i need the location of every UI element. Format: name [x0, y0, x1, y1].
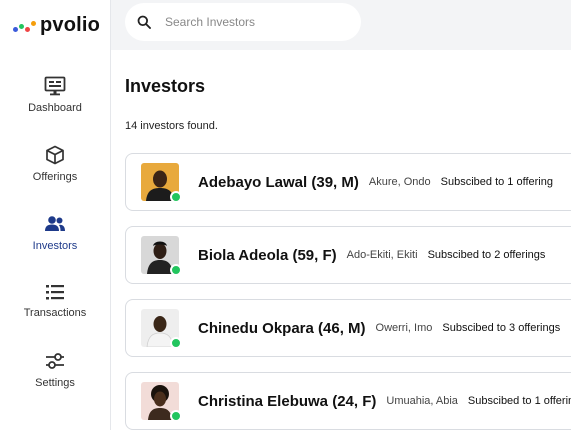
brand-logo[interactable]: pvolio — [13, 14, 100, 37]
online-status-dot — [170, 337, 182, 349]
sidebar-item-label: Settings — [35, 377, 75, 389]
search-box[interactable] — [125, 3, 361, 41]
investor-card[interactable]: Chinedu Okpara (46, M) Owerri, Imo Subsc… — [125, 299, 571, 357]
sidebar-item-label: Offerings — [32, 171, 78, 183]
investor-name: Biola Adeola (59, F) — [198, 246, 337, 264]
investor-location: Umuahia, Abia — [386, 395, 458, 407]
investor-card[interactable]: Biola Adeola (59, F) Ado-Ekiti, Ekiti Su… — [125, 226, 571, 284]
sidebar-item-dashboard[interactable]: Dashboard — [0, 76, 110, 114]
sidebar-item-label: Transactions — [23, 307, 87, 319]
main-content: Investors 14 investors found. Adebayo La… — [111, 50, 571, 430]
list-icon — [46, 285, 64, 300]
sidebar-item-label: Dashboard — [28, 102, 82, 114]
sidebar-item-offerings[interactable]: Offerings — [0, 145, 110, 183]
sliders-icon — [46, 353, 64, 369]
investor-subscriptions: Subscibed to 1 offering — [467, 395, 571, 407]
top-bar — [111, 0, 571, 50]
users-icon — [45, 216, 65, 231]
avatar — [141, 163, 182, 203]
box-icon — [46, 145, 64, 165]
online-status-dot — [170, 264, 182, 276]
investor-location: Owerri, Imo — [375, 322, 433, 334]
investor-location: Ado-Ekiti, Ekiti — [346, 249, 418, 261]
investor-location: Akure, Ondo — [368, 176, 431, 188]
investor-name: Adebayo Lawal (39, M) — [198, 173, 359, 191]
search-input[interactable] — [165, 15, 335, 29]
logo-dots-icon — [13, 17, 37, 35]
investor-subscriptions: Subscibed to 3 offerings — [442, 322, 561, 334]
avatar — [141, 382, 182, 422]
investor-name: Christina Elebuwa (24, F) — [198, 392, 377, 410]
online-status-dot — [170, 410, 182, 422]
sidebar-item-transactions[interactable]: Transactions — [0, 283, 110, 319]
investor-subscriptions: Subscibed to 2 offerings — [427, 249, 546, 261]
online-status-dot — [170, 191, 182, 203]
investor-card[interactable]: Christina Elebuwa (24, F) Umuahia, Abia … — [125, 372, 571, 430]
investor-card[interactable]: Adebayo Lawal (39, M) Akure, Ondo Subsci… — [125, 153, 571, 211]
sidebar: pvolio Dashboard Offerings Investors Tra… — [0, 0, 111, 430]
monitor-icon — [44, 76, 66, 96]
results-count: 14 investors found. — [125, 120, 218, 132]
investor-name: Chinedu Okpara (46, M) — [198, 319, 366, 337]
investor-subscriptions: Subscibed to 1 offering — [440, 176, 553, 188]
brand-name: pvolio — [40, 14, 101, 36]
sidebar-item-investors[interactable]: Investors — [0, 214, 110, 252]
avatar — [141, 309, 182, 349]
search-icon — [137, 15, 151, 29]
sidebar-item-settings[interactable]: Settings — [0, 351, 110, 389]
sidebar-item-label: Investors — [32, 240, 78, 252]
page-title: Investors — [125, 76, 206, 96]
avatar — [141, 236, 182, 276]
